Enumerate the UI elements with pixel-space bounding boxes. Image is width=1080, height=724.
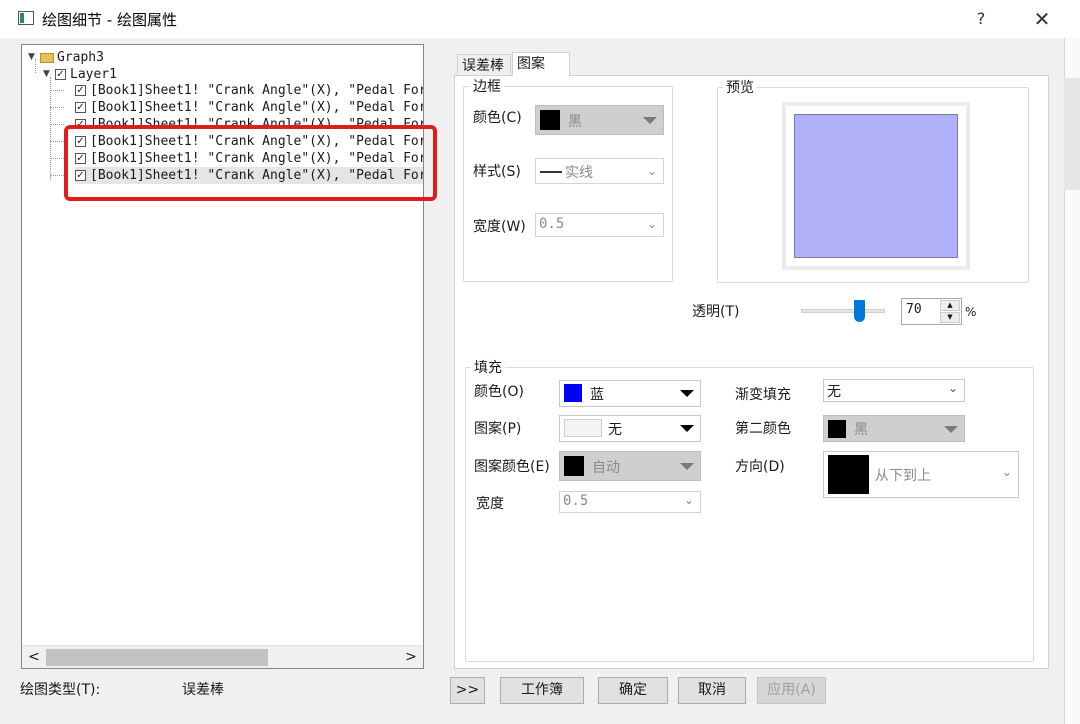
gradient-label: 渐变填充 [735, 387, 791, 403]
dropdown-arrow-icon [944, 426, 958, 433]
plot-checkbox[interactable]: ✓ [75, 85, 86, 96]
workbook-button[interactable]: 工作簿 [500, 677, 584, 704]
color-swatch [564, 384, 582, 402]
transparency-value: 70 [906, 302, 922, 317]
second-color-label: 第二颜色 [735, 421, 791, 437]
chevron-down-icon: ⌄ [646, 217, 657, 231]
dropdown-arrow-icon [680, 463, 694, 470]
plot-checkbox[interactable]: ✓ [75, 102, 86, 113]
pattern-color-select[interactable]: 自动 [559, 451, 701, 481]
spin-up-icon[interactable]: ▲ [940, 300, 960, 311]
transparency-slider-track[interactable] [801, 309, 885, 313]
direction-swatch [828, 455, 869, 494]
transparency-spinbox[interactable]: 70 ▲ ▼ [901, 298, 962, 325]
horizontal-scrollbar[interactable]: < > [22, 645, 423, 668]
highlight-annotation [64, 125, 437, 201]
gradient-select[interactable]: 无 ⌄ [823, 379, 965, 402]
border-style-label: 样式(S) [473, 164, 521, 180]
direction-select[interactable]: 从下到上 ⌄ [823, 451, 1019, 498]
percent-unit: % [965, 305, 977, 319]
tree-node-graph[interactable]: ▼ Graph3 [28, 49, 104, 66]
preview-fill-swatch [794, 114, 958, 258]
close-button[interactable]: ✕ [1025, 5, 1059, 33]
layer-checkbox[interactable]: ✓ [55, 69, 66, 80]
dropdown-arrow-icon [680, 390, 694, 397]
pattern-select[interactable]: 无 [559, 415, 701, 442]
dropdown-arrow-icon [643, 117, 657, 124]
window-title: 绘图细节 - 绘图属性 [42, 11, 177, 29]
spin-down-icon[interactable]: ▼ [940, 312, 960, 323]
border-color-label: 颜色(C) [473, 110, 522, 126]
preview-group-title: 预览 [723, 77, 757, 97]
border-color-select[interactable]: 黑 [535, 105, 664, 135]
pattern-value: 无 [608, 422, 622, 438]
fill-width-select[interactable]: 0.5 ⌄ [559, 491, 701, 513]
tab-pattern[interactable]: 图案 [512, 52, 570, 76]
direction-value: 从下到上 [875, 468, 931, 484]
transparency-slider-thumb[interactable] [854, 300, 866, 322]
border-style-value: 实线 [565, 165, 593, 181]
border-group-title: 边框 [470, 76, 504, 96]
chevron-down-icon: ⌄ [1001, 465, 1012, 479]
color-swatch [828, 420, 846, 438]
cancel-button[interactable]: 取消 [678, 677, 746, 704]
chevron-down-icon[interactable]: ▼ [28, 49, 40, 66]
border-color-value: 黑 [568, 114, 582, 130]
tree-node-label: Layer1 [70, 67, 117, 82]
tree-node-label: Graph3 [57, 50, 104, 65]
gradient-value: 无 [827, 384, 841, 400]
pattern-color-label: 图案颜色(E) [474, 459, 550, 475]
chevron-down-icon: ⌄ [683, 493, 694, 507]
tab-errorbar[interactable]: 误差棒 [457, 54, 511, 76]
plot-row-label: [Book1]Sheet1! "Crank Angle"(X), "Pedal … [90, 100, 424, 115]
border-width-select[interactable]: 0.5 ⌄ [535, 213, 664, 237]
scroll-right-icon[interactable]: > [403, 648, 419, 666]
pattern-swatch [564, 419, 602, 437]
apply-button[interactable]: 应用(A) [757, 677, 826, 704]
border-style-select[interactable]: 实线 ⌄ [535, 158, 664, 184]
plot-row-label: [Book1]Sheet1! "Crank Angle"(X), "Pedal … [90, 117, 424, 125]
chevron-down-icon[interactable]: ▼ [43, 66, 55, 83]
pattern-label: 图案(P) [474, 421, 522, 437]
expand-button[interactable]: >> [450, 677, 485, 704]
fill-group-title: 填充 [471, 357, 505, 377]
plot-type-value: 误差棒 [182, 682, 224, 698]
tree-node-layer[interactable]: ▼ ✓ Layer1 [43, 66, 117, 83]
tree-plot-row[interactable]: ✓ [Book1]Sheet1! "Crank Angle"(X), "Pedal… [75, 116, 424, 125]
transparency-label: 透明(T) [692, 304, 740, 320]
border-width-label: 宽度(W) [473, 219, 526, 235]
tree-plot-row[interactable]: ✓ [Book1]Sheet1! "Crank Angle"(X), "Pedal… [75, 99, 424, 116]
app-icon [18, 11, 34, 25]
plot-type-label: 绘图类型(T): [20, 682, 101, 698]
second-color-select[interactable]: 黑 [823, 415, 965, 442]
dropdown-arrow-icon [680, 425, 694, 432]
fill-group [465, 367, 1034, 662]
chevron-down-icon: ⌄ [646, 164, 657, 178]
fill-color-label: 颜色(O) [474, 384, 524, 400]
tree-plot-row[interactable]: ✓ [Book1]Sheet1! "Crank Angle"(X), "Pedal… [75, 82, 424, 99]
help-button[interactable]: ? [966, 6, 996, 32]
fill-width-label: 宽度 [476, 496, 504, 512]
fill-color-select[interactable]: 蓝 [559, 380, 701, 407]
ok-button[interactable]: 确定 [598, 677, 668, 704]
background-window-edge-shade [1064, 78, 1080, 190]
color-swatch [564, 456, 584, 476]
second-color-value: 黑 [854, 422, 868, 438]
line-style-icon [540, 171, 562, 173]
folder-icon [40, 52, 54, 63]
border-width-value: 0.5 [539, 216, 565, 232]
fill-color-value: 蓝 [590, 387, 604, 403]
pattern-color-value: 自动 [592, 460, 620, 476]
direction-label: 方向(D) [735, 459, 785, 475]
scrollbar-thumb[interactable] [46, 649, 268, 666]
color-swatch [540, 110, 560, 130]
scroll-left-icon[interactable]: < [26, 648, 42, 666]
chevron-down-icon: ⌄ [947, 381, 958, 395]
plot-row-label: [Book1]Sheet1! "Crank Angle"(X), "Pedal … [90, 83, 424, 98]
fill-width-value: 0.5 [563, 493, 589, 509]
